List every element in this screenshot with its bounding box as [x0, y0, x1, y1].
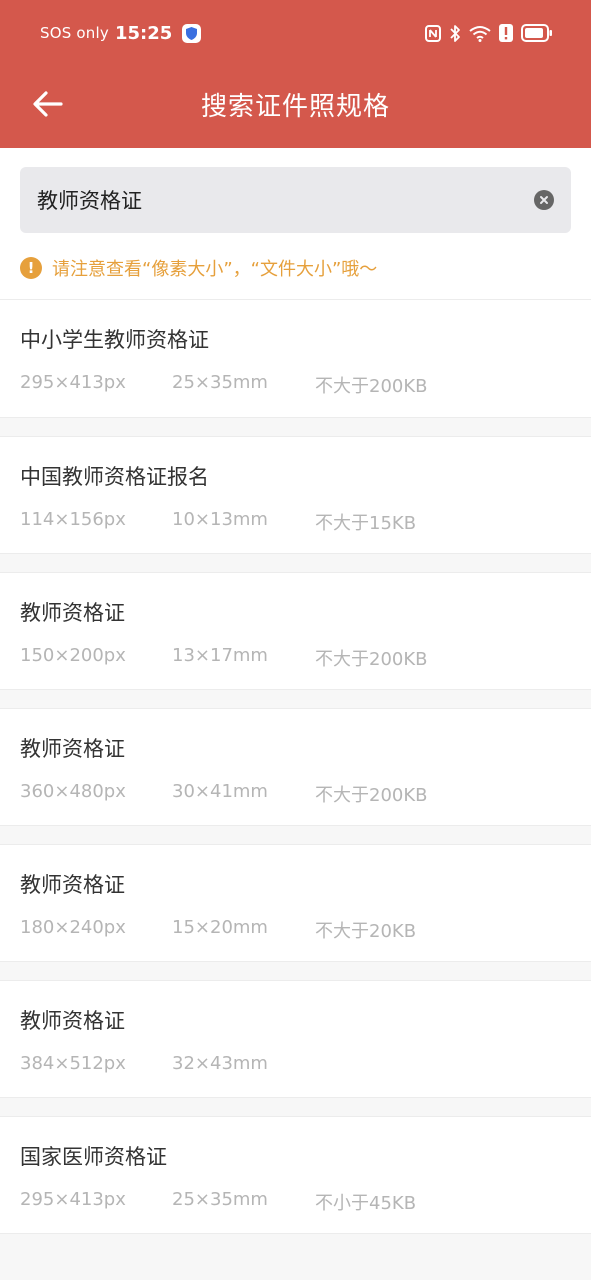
list-item[interactable]: 教师资格证 360×480px 30×41mm 不大于200KB [0, 708, 591, 826]
page-title: 搜索证件照规格 [200, 92, 390, 122]
physical-size: 13×17mm [172, 645, 268, 666]
list-item[interactable]: 教师资格证 150×200px 13×17mm 不大于200KB [0, 572, 591, 690]
pixel-size: 360×480px [20, 781, 126, 802]
physical-size: 25×35mm [172, 372, 268, 393]
status-left: SOS only 15:25 [40, 21, 202, 45]
wifi-icon [469, 24, 491, 42]
shield-icon [182, 23, 202, 43]
physical-size: 15×20mm [172, 917, 268, 938]
item-title: 教师资格证 [20, 601, 125, 625]
file-size: 不小于45KB [315, 1193, 417, 1214]
file-size: 不大于15KB [315, 513, 417, 534]
list-item[interactable]: 教师资格证 384×512px 32×43mm [0, 980, 591, 1098]
status-right [425, 21, 553, 45]
notice-banner: ! 请注意查看“像素大小”，“文件大小”哦～ [20, 254, 377, 282]
clock: 15:25 [114, 22, 173, 44]
item-title: 教师资格证 [20, 1009, 125, 1033]
file-size: 不大于200KB [315, 785, 428, 806]
pixel-size: 384×512px [20, 1053, 126, 1074]
file-size: 不大于200KB [315, 649, 428, 670]
header: SOS only 15:25 搜索证件照规格 [0, 0, 591, 148]
exclamation-icon: ! [20, 257, 42, 279]
physical-size: 10×13mm [172, 509, 268, 530]
results-list: 中小学生教师资格证 295×413px 25×35mm 不大于200KB 中国教… [0, 300, 591, 1234]
nav-bar: 搜索证件照规格 [0, 66, 591, 148]
item-title: 教师资格证 [20, 873, 125, 897]
file-size: 不大于200KB [315, 376, 428, 397]
physical-size: 30×41mm [172, 781, 268, 802]
item-title: 国家医师资格证 [20, 1145, 167, 1169]
physical-size: 32×43mm [172, 1053, 268, 1074]
pixel-size: 295×413px [20, 372, 126, 393]
battery-icon [521, 24, 553, 42]
pixel-size: 150×200px [20, 645, 126, 666]
item-specs: 384×512px 32×43mm [20, 1053, 315, 1074]
pixel-size: 114×156px [20, 509, 126, 530]
item-title: 中小学生教师资格证 [20, 328, 209, 352]
item-specs: 114×156px 10×13mm 不大于15KB [20, 509, 416, 535]
bluetooth-icon [449, 24, 461, 43]
physical-size: 25×35mm [172, 1189, 268, 1210]
search-input[interactable] [37, 167, 511, 233]
pixel-size: 295×413px [20, 1189, 126, 1210]
list-item[interactable]: 教师资格证 180×240px 15×20mm 不大于20KB [0, 844, 591, 962]
list-item[interactable]: 中国教师资格证报名 114×156px 10×13mm 不大于15KB [0, 436, 591, 554]
nfc-icon [425, 24, 441, 42]
notice-text: 请注意查看“像素大小”，“文件大小”哦～ [52, 259, 378, 280]
alert-icon [499, 24, 513, 42]
carrier-text: SOS only [40, 24, 109, 42]
search-box [20, 167, 571, 233]
close-icon [540, 196, 548, 204]
status-bar: SOS only 15:25 [0, 0, 591, 66]
item-specs: 150×200px 13×17mm 不大于200KB [20, 645, 428, 671]
item-specs: 180×240px 15×20mm 不大于20KB [20, 917, 416, 943]
item-specs: 295×413px 25×35mm 不小于45KB [20, 1189, 416, 1215]
clear-search-button[interactable] [534, 190, 554, 210]
item-specs: 295×413px 25×35mm 不大于200KB [20, 372, 428, 398]
item-title: 中国教师资格证报名 [20, 465, 209, 489]
file-size: 不大于20KB [315, 921, 417, 942]
item-title: 教师资格证 [20, 737, 125, 761]
item-specs: 360×480px 30×41mm 不大于200KB [20, 781, 428, 807]
search-area: ! 请注意查看“像素大小”，“文件大小”哦～ [0, 148, 591, 300]
pixel-size: 180×240px [20, 917, 126, 938]
list-item[interactable]: 国家医师资格证 295×413px 25×35mm 不小于45KB [0, 1116, 591, 1234]
list-item[interactable]: 中小学生教师资格证 295×413px 25×35mm 不大于200KB [0, 300, 591, 418]
app-screen: SOS only 15:25 搜索证件照规格 教师资格证 ! 请注意查看“像素大… [0, 0, 591, 1280]
